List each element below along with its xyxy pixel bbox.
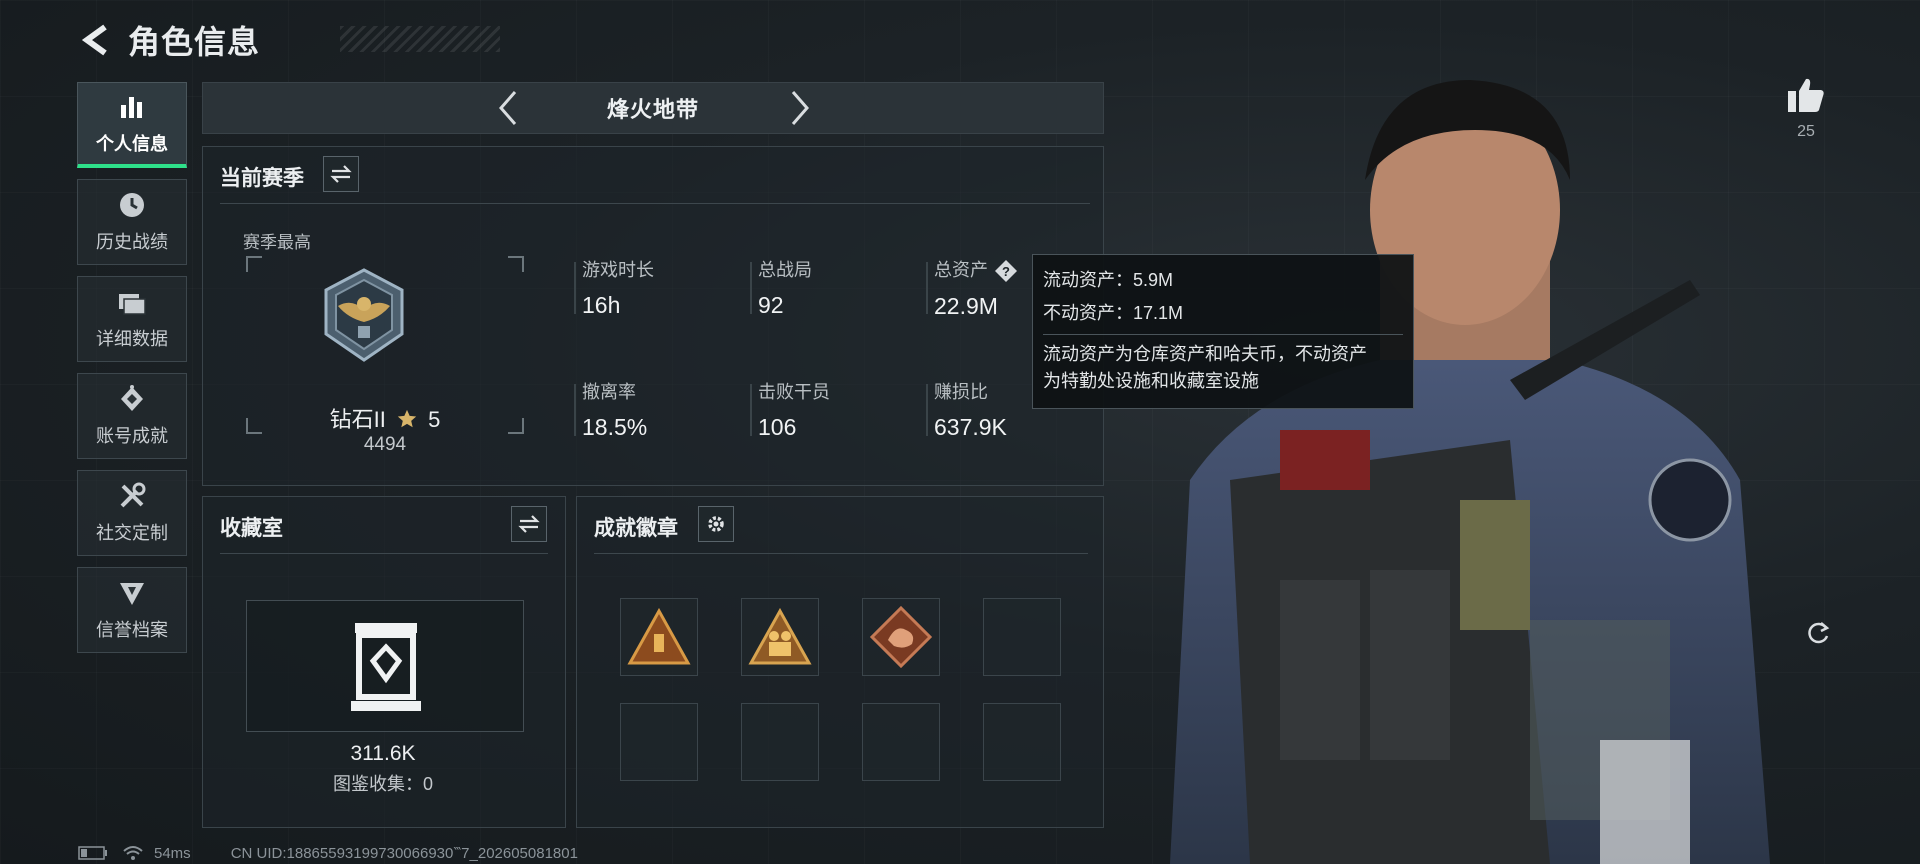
collection-divider [220,553,548,554]
sidebar-item-achievements[interactable]: 账号成就 [77,373,187,459]
badge-pyramid-icon [627,608,691,665]
svg-text:?: ? [1002,264,1010,279]
rank-score: 4494 [363,434,407,455]
collection-title: 收藏室 [220,517,283,540]
stat-profit-loss-ratio: 赚损比 637.9K [934,382,1007,440]
sidebar-item-personal-info[interactable]: 个人信息 [77,82,187,168]
display-case-icon [351,623,421,711]
season-title: 当前赛季 [220,167,304,190]
battery-icon [78,846,107,860]
sidebar-item-label: 社交定制 [96,523,168,543]
badges-settings-button[interactable] [698,506,734,542]
collection-switch-button[interactable] [511,506,547,542]
rank-emblem-icon [324,268,404,362]
rank-name: 钻石II 5 [329,407,441,432]
uid-text: CN UID:18865593199730066930‷7_2026050818… [230,845,578,862]
like-count: 25 [1797,123,1815,140]
status-bar: 54ms CN UID:18865593199730066930‷7_20260… [78,844,578,862]
season-subtitle: 赛季最高 [243,233,311,252]
gear-icon [708,516,724,532]
sidebar-item-label: 信誉档案 [96,620,168,640]
badge-slot[interactable] [620,598,698,676]
chevron-right-icon [791,91,809,125]
character-model [1170,80,1770,864]
sidebar-item-label: 账号成就 [96,426,168,446]
like-button[interactable]: 25 [1782,76,1830,141]
badge-slot-empty[interactable] [862,703,940,781]
sidebar-item-social-custom[interactable]: 社交定制 [77,470,187,556]
tools-icon [117,481,147,511]
folder-icon [117,287,147,317]
assets-tooltip: 流动资产：5.9M 不动资产：17.1M 流动资产为仓库资产和哈夫币，不动资产 … [1032,254,1414,409]
help-icon[interactable]: ? [994,259,1018,283]
badges-divider [594,553,1088,554]
page-title: 角色信息 [128,24,261,60]
clock-icon [117,190,147,220]
mode-title: 烽火地带 [606,97,699,122]
collection-display[interactable] [246,600,524,732]
badge-slot[interactable] [741,598,819,676]
badge-slot-empty[interactable] [620,703,698,781]
season-divider [220,203,1090,204]
collection-value: 311.6K [350,742,416,765]
stat-operators-killed: 击败干员 106 [758,382,830,440]
mode-selector: 烽火地带 [202,82,1104,134]
header: 角色信息 [78,18,500,62]
badge-soldiers-icon [748,608,812,665]
thumbs-up-icon [1788,78,1824,112]
achievement-icon [117,384,147,414]
badge-slot-empty[interactable] [741,703,819,781]
header-decoration [340,26,500,52]
badge-dragon-icon [870,606,932,668]
wifi-icon [123,846,143,860]
sidebar-item-reputation[interactable]: 信誉档案 [77,567,187,653]
refresh-icon [1808,622,1830,644]
back-button[interactable] [78,22,114,58]
sidebar-item-label: 历史战绩 [96,232,168,252]
rotate-character-button[interactable] [1800,615,1836,651]
stat-total-assets: 总资产? 22.9M [934,256,1018,320]
stat-extraction-rate: 撤离率 18.5% [582,382,648,440]
reputation-icon [117,578,147,608]
tooltip-description: 流动资产为仓库资产和哈夫币，不动资产 为特勤处设施和收藏室设施 [1043,344,1367,391]
sidebar: 个人信息 历史战绩 详细数据 账号成就 社交定制 信誉档案 [77,82,187,664]
stat-play-time: 游戏时长 16h [582,260,654,318]
ping-text: 54ms [154,844,191,862]
bar-chart-icon [117,92,147,122]
chevron-left-icon [499,91,517,125]
sidebar-item-label: 个人信息 [96,133,168,154]
swap-icon [330,165,352,183]
tooltip-liquid-assets: 流动资产：5.9M [1043,270,1174,290]
stat-total-matches: 总战局 92 [758,260,812,318]
tooltip-fixed-assets: 不动资产：17.1M [1043,303,1184,323]
mode-prev-button[interactable] [489,89,527,127]
sidebar-item-history[interactable]: 历史战绩 [77,179,187,265]
badge-slot[interactable] [862,598,940,676]
swap-icon [518,515,540,533]
season-switch-button[interactable] [323,156,359,192]
mode-next-button[interactable] [781,89,819,127]
collection-count: 图鉴收集：0 [332,774,433,794]
badge-slot-empty[interactable] [983,598,1061,676]
sidebar-item-detailed-data[interactable]: 详细数据 [77,276,187,362]
star-icon [397,409,417,428]
sidebar-item-label: 详细数据 [96,329,168,349]
badges-title: 成就徽章 [594,517,678,540]
badge-slot-empty[interactable] [983,703,1061,781]
back-arrow-icon [81,24,107,56]
